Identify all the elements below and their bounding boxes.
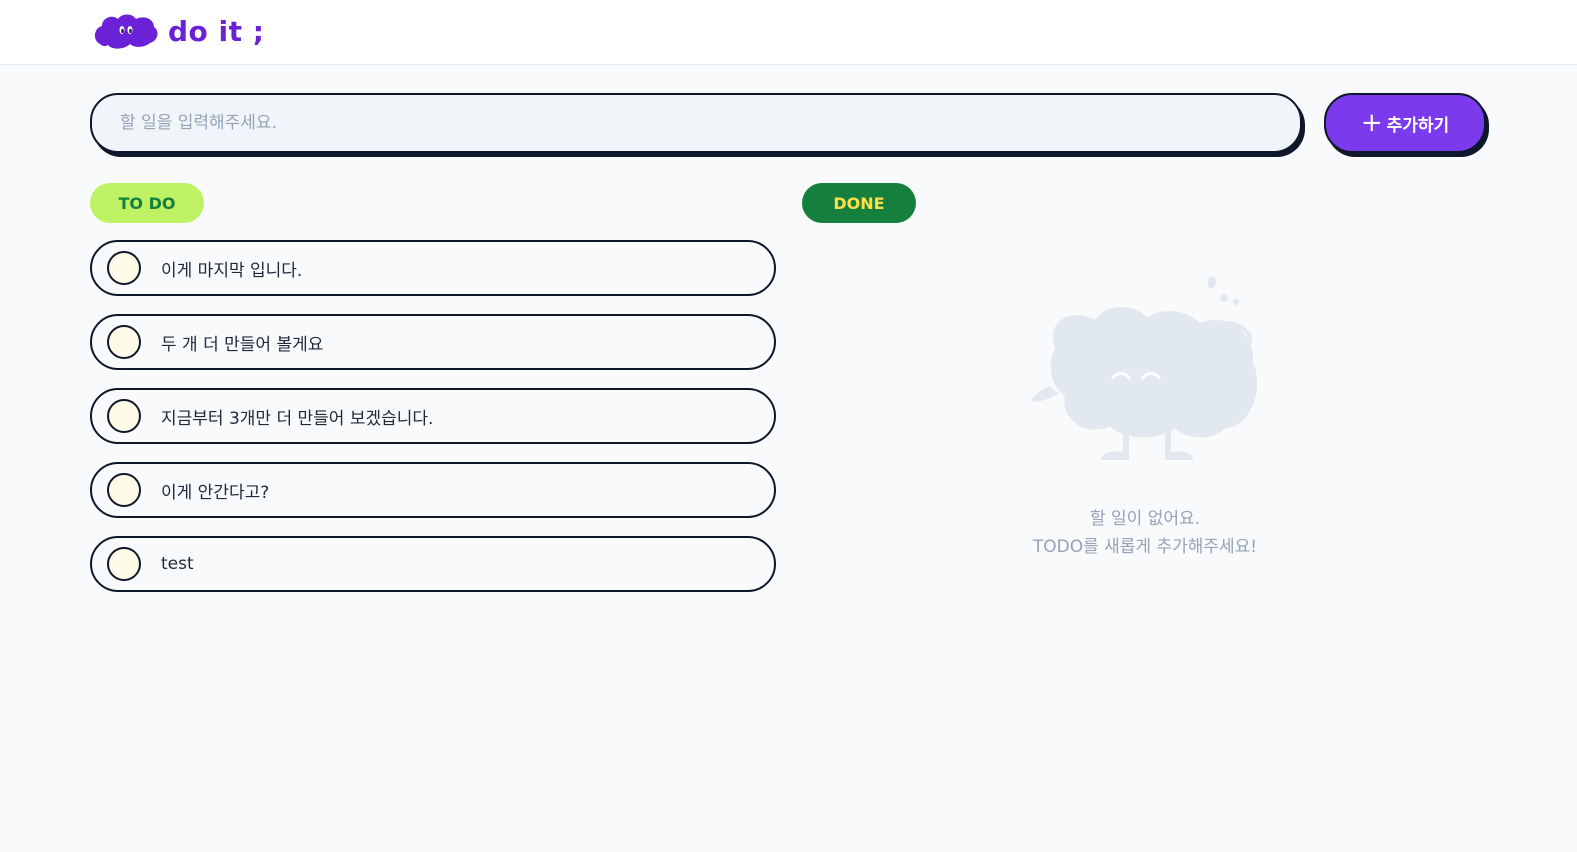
todo-item[interactable]: 지금부터 3개만 더 만들어 보겠습니다.: [90, 388, 776, 444]
empty-state-line-2: TODO를 새롭게 추가해주세요!: [1032, 537, 1258, 557]
add-todo-button[interactable]: + 추가하기: [1324, 93, 1486, 153]
empty-state-line-1: 할 일이 없어요.: [1089, 509, 1201, 529]
todo-item[interactable]: 이게 안간다고?: [90, 462, 776, 518]
todo-checkbox[interactable]: [107, 399, 141, 433]
todo-checkbox[interactable]: [107, 251, 141, 285]
todo-item-text[interactable]: 이게 안간다고?: [161, 478, 269, 503]
todo-item-text[interactable]: 두 개 더 만들어 볼게요: [161, 330, 323, 355]
todo-badge: TO DO: [90, 183, 204, 223]
todo-item[interactable]: test: [90, 536, 776, 592]
logo[interactable]: do it ;: [92, 10, 264, 52]
logo-cloud-icon: [94, 14, 158, 49]
add-todo-button-label: 추가하기: [1386, 115, 1450, 136]
empty-state-cloud-icon: [1031, 276, 1258, 460]
todo-item-text[interactable]: test: [161, 554, 194, 574]
app-header: do it ;: [0, 0, 1577, 65]
todo-list: 이게 마지막 입니다. 두 개 더 만들어 볼게요 지금부터 3개만 더 만들어…: [90, 240, 776, 610]
todo-input[interactable]: [92, 95, 1300, 151]
plus-icon: +: [1360, 108, 1383, 138]
todo-item-text[interactable]: 지금부터 3개만 더 만들어 보겠습니다.: [161, 404, 433, 429]
logo-text: do it ;: [168, 14, 265, 48]
todo-item[interactable]: 이게 마지막 입니다.: [90, 240, 776, 296]
todo-checkbox[interactable]: [107, 547, 141, 581]
todo-checkbox[interactable]: [107, 473, 141, 507]
todo-item[interactable]: 두 개 더 만들어 볼게요: [90, 314, 776, 370]
todo-input-wrapper: [90, 93, 1302, 153]
todo-checkbox[interactable]: [107, 325, 141, 359]
done-badge: DONE: [802, 183, 916, 223]
todo-item-text[interactable]: 이게 마지막 입니다.: [161, 256, 302, 281]
empty-state-message: 할 일이 없어요. TODO를 새롭게 추가해주세요!: [960, 505, 1330, 561]
